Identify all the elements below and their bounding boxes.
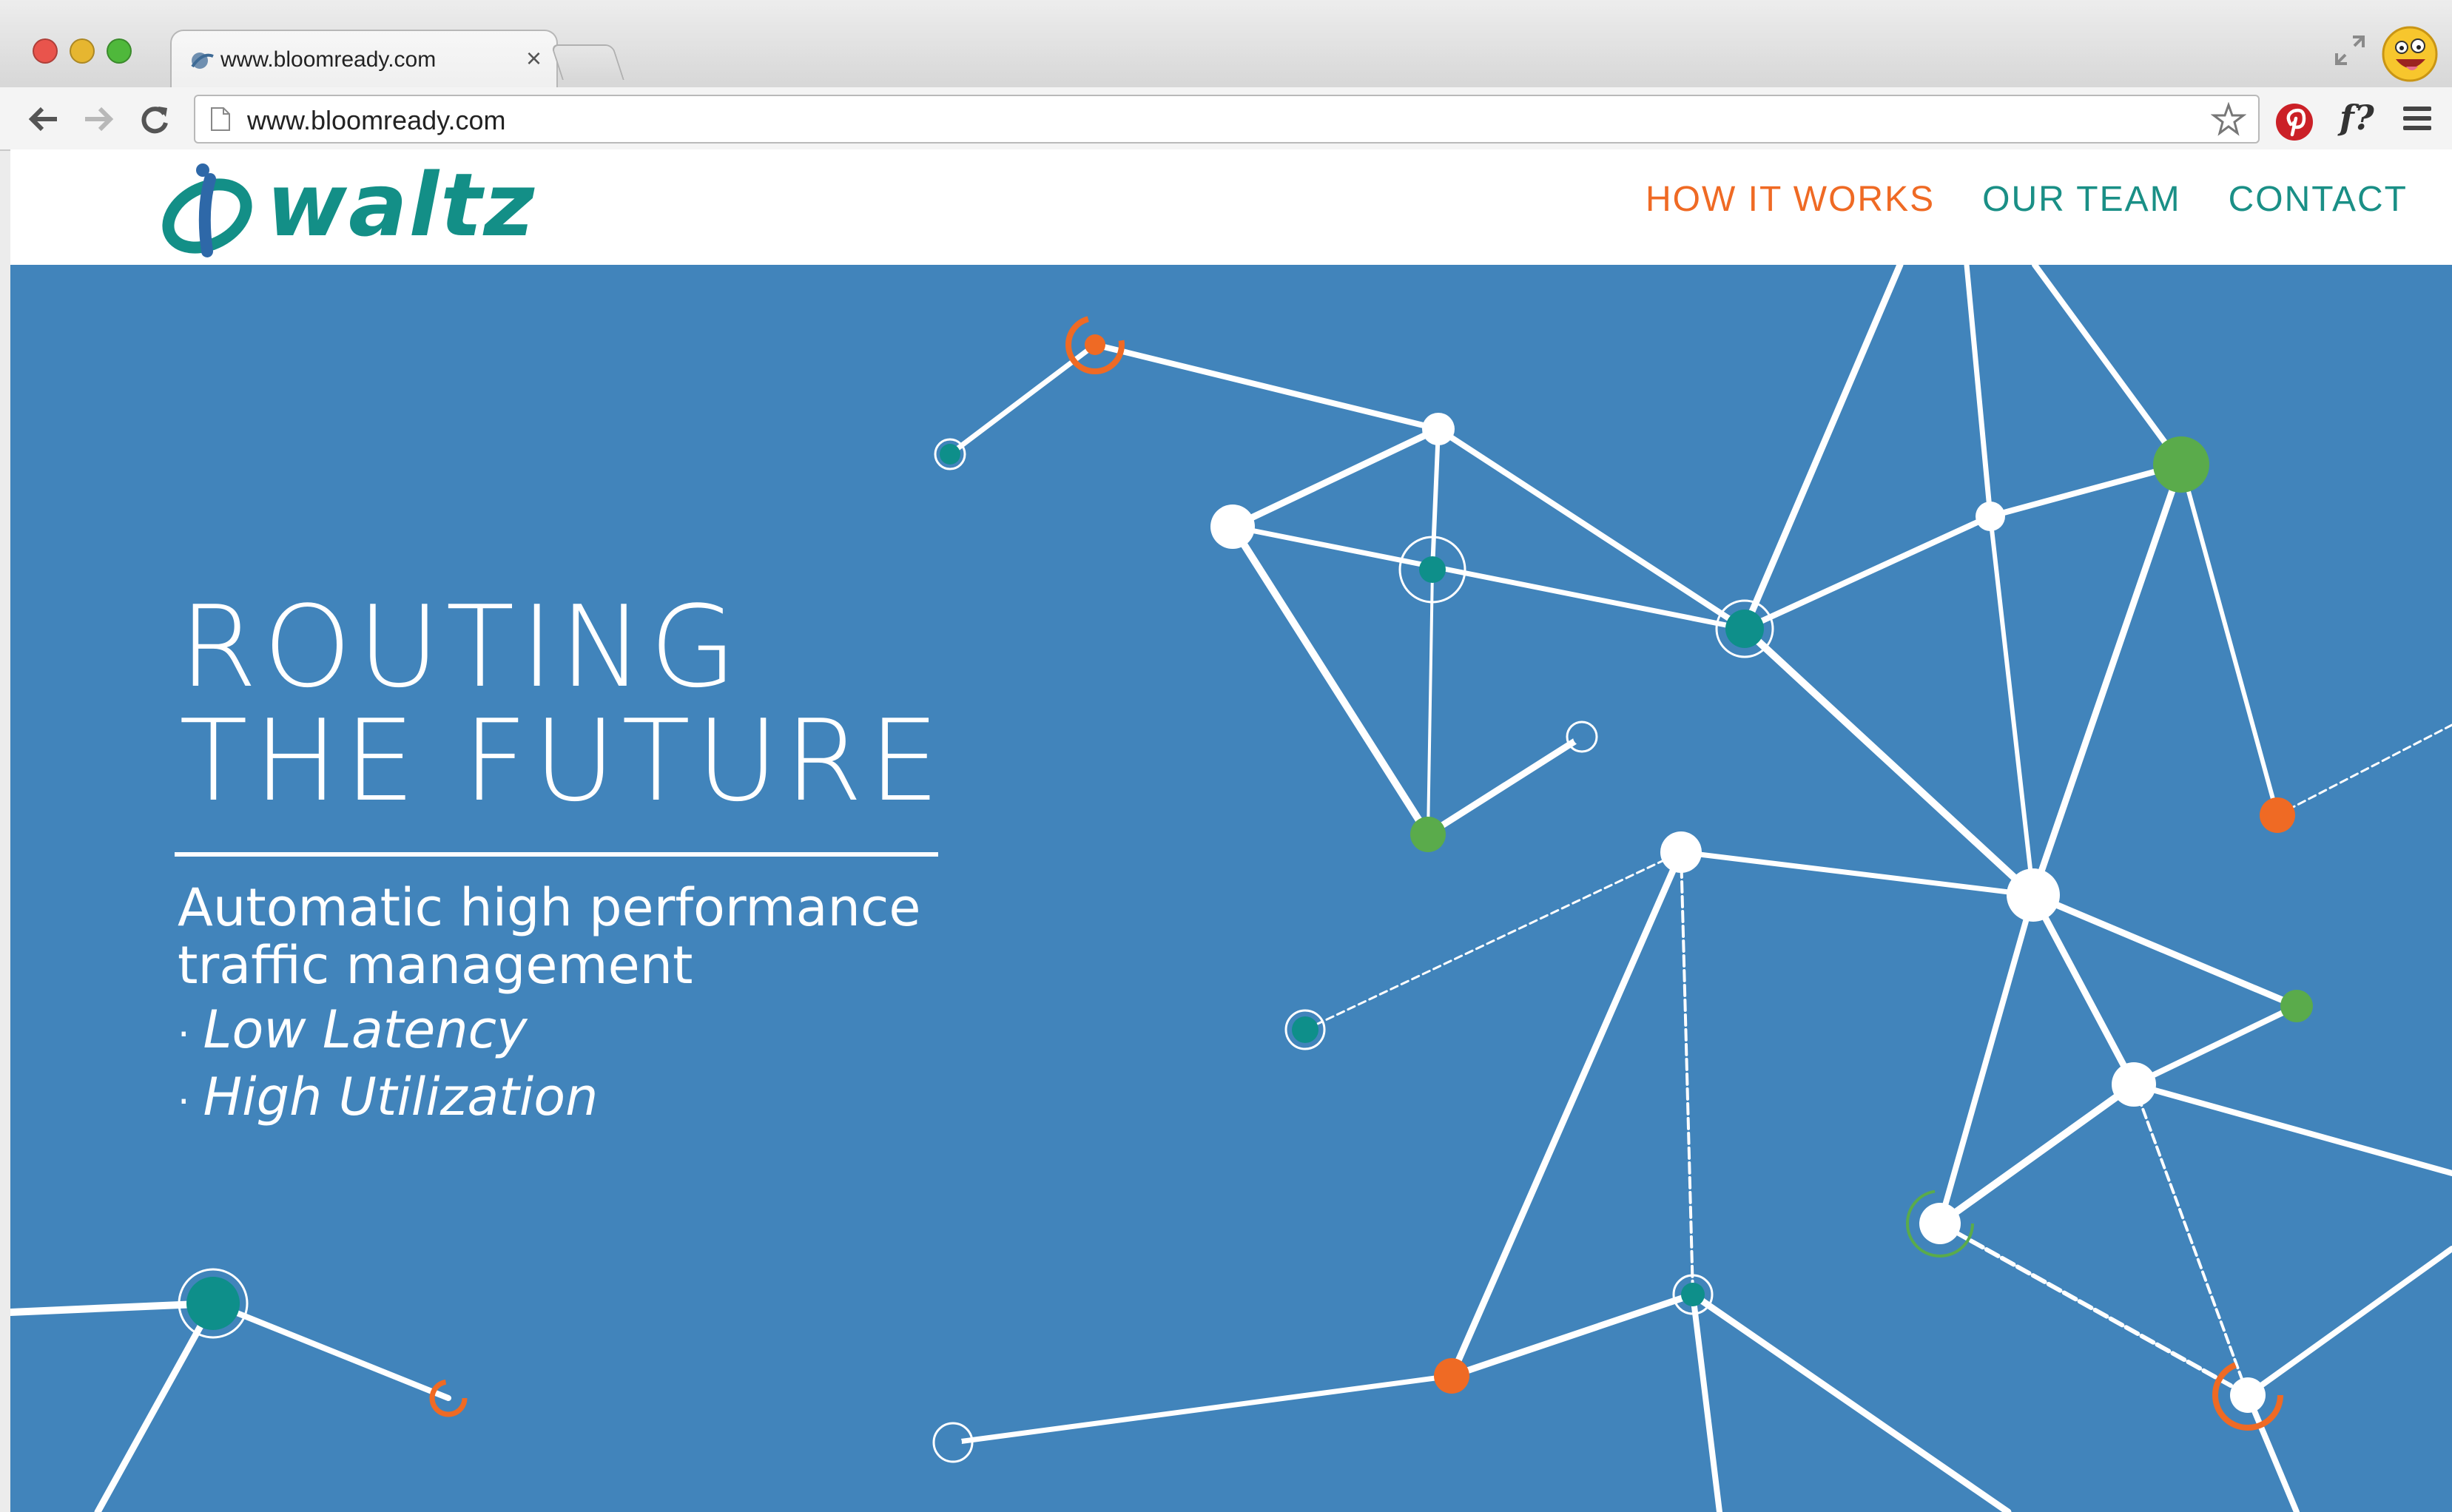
title-bar: www.bloomready.com × [0, 0, 2452, 89]
main-nav: HOW IT WORKS OUR TEAM CONTACT [1646, 179, 2408, 220]
browser-tab[interactable]: www.bloomready.com × [170, 30, 558, 89]
feature-item: · High Utilization [178, 1066, 598, 1133]
fullscreen-icon[interactable] [2334, 34, 2366, 67]
minimize-window-icon[interactable] [70, 38, 95, 64]
zoom-window-icon[interactable] [107, 38, 132, 64]
reload-button[interactable] [136, 101, 173, 138]
headline-divider [175, 852, 938, 857]
nav-our-team[interactable]: OUR TEAM [1982, 179, 2180, 220]
feature-high-utilization: High Utilization [203, 1067, 599, 1127]
hero-section: ROUTING THE FUTURE Automatic high perfor… [10, 265, 2452, 1512]
feature-low-latency: Low Latency [203, 999, 528, 1060]
hero-subline: Automatic high performance traffic manag… [178, 879, 920, 994]
bullet-marker: · [178, 1013, 190, 1057]
favicon-icon [191, 53, 214, 69]
logo-text[interactable]: waltz [266, 154, 536, 256]
waltz-logo-icon[interactable] [158, 158, 262, 262]
bookmark-star-icon[interactable] [2211, 102, 2246, 138]
web-page: waltz HOW IT WORKS OUR TEAM CONTACT ROUT… [10, 149, 2452, 1512]
whatfont-icon[interactable]: f? [2340, 98, 2374, 138]
hero-headline: ROUTING THE FUTURE [179, 590, 946, 818]
tab-title: www.bloomready.com [220, 47, 437, 72]
subline-line-1: Automatic high performance [178, 877, 921, 938]
subline-line-2: traffic management [178, 935, 693, 996]
menu-icon[interactable] [2402, 105, 2433, 132]
back-button[interactable] [25, 101, 62, 138]
profile-icon[interactable] [2381, 25, 2439, 83]
reload-icon [141, 107, 168, 134]
close-window-icon[interactable] [33, 38, 58, 64]
url-text[interactable]: www.bloomready.com [247, 105, 505, 136]
browser-toolbar: www.bloomready.com f? [0, 87, 2452, 151]
feature-list: · Low Latency · High Utilization [178, 999, 598, 1133]
nav-contact[interactable]: CONTACT [2229, 179, 2408, 220]
new-tab-button[interactable] [550, 44, 624, 80]
pinterest-icon[interactable] [2274, 102, 2314, 142]
bullet-marker: · [178, 1080, 190, 1124]
tab-close-icon[interactable]: × [526, 43, 542, 74]
headline-line-1: ROUTING [179, 581, 743, 712]
forward-arrow-icon [85, 107, 114, 132]
nav-how-it-works[interactable]: HOW IT WORKS [1646, 179, 1935, 220]
site-header: waltz HOW IT WORKS OUR TEAM CONTACT [10, 149, 2452, 265]
back-arrow-icon [28, 107, 57, 132]
page-icon [211, 107, 230, 131]
browser-chrome: www.bloomready.com × www.bloomready.com … [0, 0, 2452, 151]
forward-button[interactable] [80, 101, 117, 138]
headline-line-2: THE FUTURE [179, 695, 946, 826]
address-bar[interactable]: www.bloomready.com [194, 95, 2260, 144]
feature-item: · Low Latency [178, 999, 598, 1066]
